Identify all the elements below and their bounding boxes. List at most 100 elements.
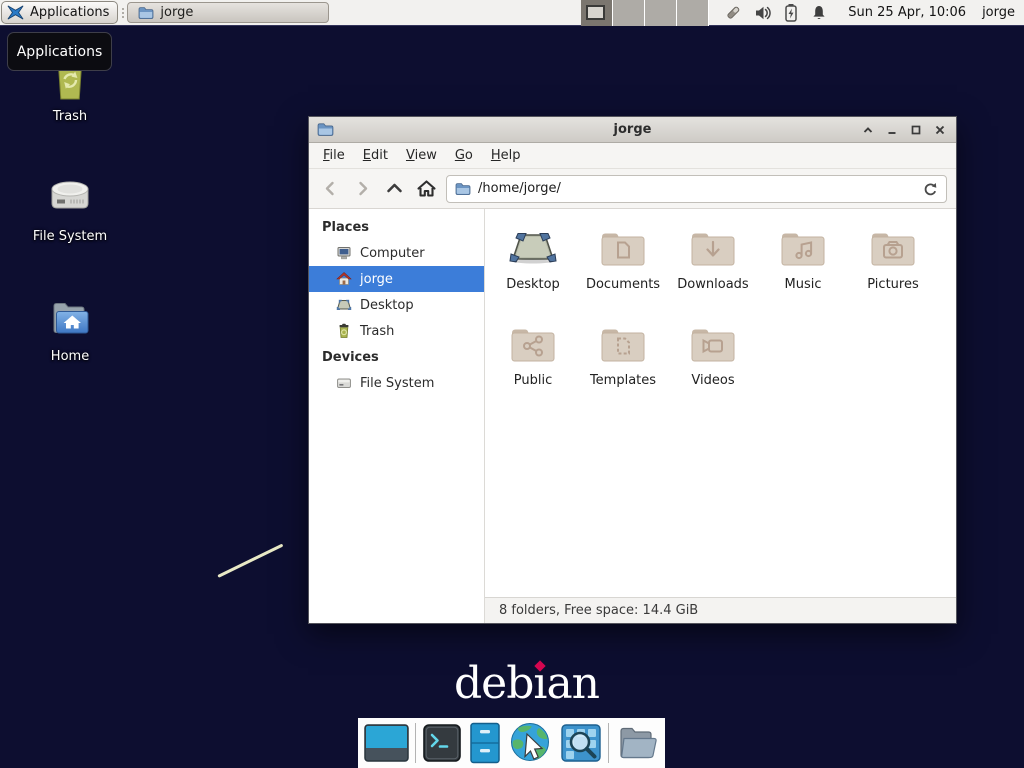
main-pane: Desktop Documents [485, 209, 956, 623]
computer-icon [336, 245, 352, 261]
sidebar-item-label: File System [360, 376, 434, 391]
public-folder-icon [509, 324, 557, 364]
sidebar-item-file-system[interactable]: File System [309, 370, 484, 396]
drive-mini-icon [336, 375, 352, 391]
taskbar-window-button[interactable]: jorge [127, 2, 329, 23]
path-input[interactable]: /home/jorge/ [478, 181, 915, 196]
path-folder-icon [455, 182, 471, 196]
show-desktop-icon[interactable] [364, 723, 409, 763]
sidebar-item-label: Desktop [360, 298, 414, 313]
sidebar-item-label: jorge [360, 272, 393, 287]
menu-file[interactable]: File [315, 145, 353, 166]
sidebar-item-jorge[interactable]: jorge [309, 266, 484, 292]
maximize-button[interactable] [908, 122, 924, 138]
sidebar-item-label: Computer [360, 246, 425, 261]
system-tray [709, 0, 838, 25]
desktop-icon-home[interactable]: Home [8, 294, 132, 364]
templates-folder-icon [599, 324, 647, 364]
desktop-icon-label: File System [33, 229, 107, 244]
applications-menu-label: Applications [30, 5, 109, 20]
taskbar-grip[interactable] [118, 0, 127, 25]
menu-edit[interactable]: Edit [355, 145, 396, 166]
location-bar[interactable]: /home/jorge/ [446, 175, 947, 203]
sidebar-item-computer[interactable]: Computer [309, 240, 484, 266]
top-panel: Applications jorge [0, 0, 1024, 26]
menu-help[interactable]: Help [483, 145, 529, 166]
menu-go[interactable]: Go [447, 145, 481, 166]
sidebar-item-desktop[interactable]: Desktop [309, 292, 484, 318]
music-folder-icon [779, 228, 827, 268]
volume-icon[interactable] [754, 4, 772, 22]
downloads-folder-icon [689, 228, 737, 268]
up-button[interactable] [382, 177, 406, 201]
folder-pictures[interactable]: Pictures [848, 222, 938, 318]
reload-icon[interactable] [922, 181, 938, 197]
desktop-trapezoid-icon [509, 228, 557, 268]
folder-label: Pictures [867, 277, 918, 292]
menu-view[interactable]: View [398, 145, 445, 166]
folder-desktop[interactable]: Desktop [488, 222, 578, 318]
cursor-artifact-line [217, 544, 283, 578]
sidebar-item-trash[interactable]: Trash [309, 318, 484, 344]
home-button[interactable] [414, 177, 438, 201]
battery-charging-icon[interactable] [783, 3, 799, 23]
back-button[interactable] [318, 177, 342, 201]
desktop-icon-label: Trash [53, 109, 87, 124]
folder-music[interactable]: Music [758, 222, 848, 318]
close-button[interactable] [932, 122, 948, 138]
workspace-2[interactable] [613, 0, 645, 26]
applications-menu-button[interactable]: Applications [1, 1, 118, 24]
panel-clock[interactable]: Sun 25 Apr, 10:06 [838, 0, 976, 25]
desktop-icon-label: Home [51, 349, 89, 364]
forward-button[interactable] [350, 177, 374, 201]
titlebar[interactable]: jorge [309, 117, 956, 143]
folder-label: Downloads [677, 277, 748, 292]
xfce-applications-icon [6, 3, 25, 22]
file-manager-folder-icon[interactable] [615, 723, 659, 763]
folder-label: Templates [590, 373, 656, 388]
desktop-icon-file-system[interactable]: File System [8, 174, 132, 244]
workspace-1[interactable] [581, 0, 613, 26]
folder-documents[interactable]: Documents [578, 222, 668, 318]
terminal-icon[interactable] [422, 723, 462, 763]
desktop-mini-icon [336, 297, 352, 313]
notifications-bell-icon[interactable] [810, 4, 828, 22]
application-finder-icon[interactable] [560, 723, 602, 763]
menubar: File Edit View Go Help [309, 143, 956, 169]
shade-button[interactable] [860, 122, 876, 138]
window-folder-icon [317, 122, 334, 137]
pictures-folder-icon [869, 228, 917, 268]
taskbar-window-label: jorge [160, 5, 193, 20]
web-browser-globe-icon[interactable] [508, 721, 554, 765]
folder-label: Public [514, 373, 552, 388]
file-cabinet-icon[interactable] [468, 722, 502, 764]
sidebar-header-devices: Devices [309, 344, 484, 370]
folder-templates[interactable]: Templates [578, 318, 668, 414]
sidebar-item-label: Trash [360, 324, 394, 339]
dock-separator [415, 723, 416, 763]
workspace-3[interactable] [645, 0, 677, 26]
hard-drive-icon [46, 174, 94, 222]
folder-icon [138, 6, 154, 20]
videos-folder-icon [689, 324, 737, 364]
sidebar-header-places: Places [309, 214, 484, 240]
folder-public[interactable]: Public [488, 318, 578, 414]
folder-label: Documents [586, 277, 660, 292]
file-manager-window: jorge File Edit View Go Help [308, 116, 957, 624]
home-icon [336, 271, 352, 287]
minimize-button[interactable] [884, 122, 900, 138]
folder-label: Videos [691, 373, 734, 388]
sidebar: Places Computer [309, 209, 485, 623]
input-device-icon[interactable] [723, 3, 743, 23]
panel-username[interactable]: jorge [976, 0, 1024, 25]
folder-downloads[interactable]: Downloads [668, 222, 758, 318]
folder-label: Music [785, 277, 822, 292]
trash-mini-icon [336, 323, 352, 339]
debian-logo: debıan [454, 658, 599, 709]
workspace-4[interactable] [677, 0, 709, 26]
panel-spacer [329, 0, 581, 25]
dock-panel [358, 718, 665, 768]
folder-videos[interactable]: Videos [668, 318, 758, 414]
statusbar-text: 8 folders, Free space: 14.4 GiB [499, 603, 698, 618]
workspace-switcher [581, 0, 709, 25]
